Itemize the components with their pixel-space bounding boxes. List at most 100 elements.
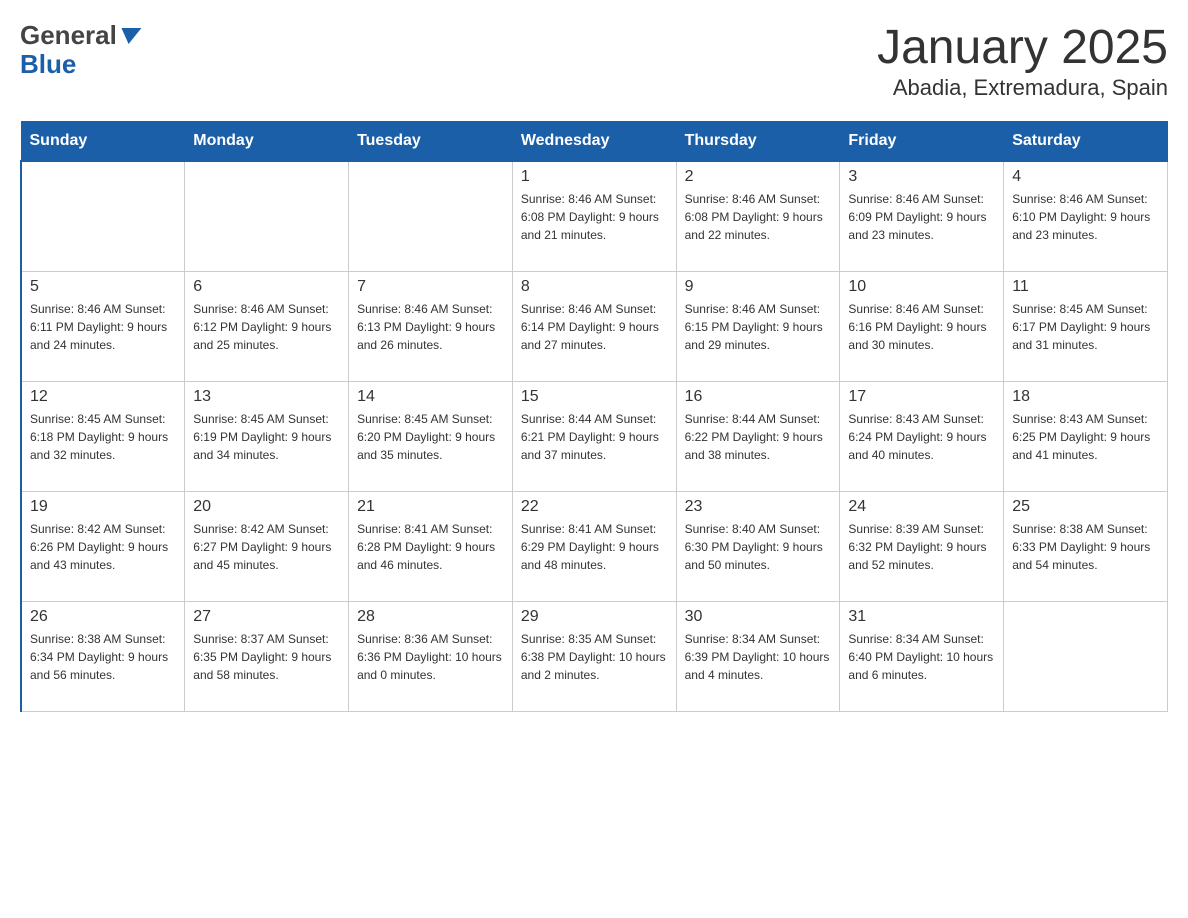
calendar-week-4: 19 Sunrise: 8:42 AM Sunset: 6:26 PM Dayli… bbox=[21, 491, 1168, 601]
day-number: 3 bbox=[848, 168, 995, 186]
calendar-day bbox=[349, 161, 513, 271]
day-number: 20 bbox=[193, 498, 340, 516]
day-info: Sunrise: 8:46 AM Sunset: 6:08 PM Dayligh… bbox=[685, 190, 832, 244]
day-number: 10 bbox=[848, 278, 995, 296]
calendar-day: 14 Sunrise: 8:45 AM Sunset: 6:20 PM Dayli… bbox=[349, 381, 513, 491]
day-info: Sunrise: 8:43 AM Sunset: 6:25 PM Dayligh… bbox=[1012, 410, 1159, 464]
day-info: Sunrise: 8:46 AM Sunset: 6:14 PM Dayligh… bbox=[521, 300, 668, 354]
day-info: Sunrise: 8:46 AM Sunset: 6:15 PM Dayligh… bbox=[685, 300, 832, 354]
day-info: Sunrise: 8:38 AM Sunset: 6:33 PM Dayligh… bbox=[1012, 520, 1159, 574]
logo: General Blue bbox=[20, 20, 140, 80]
calendar-day: 30 Sunrise: 8:34 AM Sunset: 6:39 PM Dayli… bbox=[676, 601, 840, 711]
day-info: Sunrise: 8:45 AM Sunset: 6:20 PM Dayligh… bbox=[357, 410, 504, 464]
logo-blue-text: Blue bbox=[20, 49, 76, 80]
day-number: 14 bbox=[357, 388, 504, 406]
day-number: 29 bbox=[521, 608, 668, 626]
calendar-day bbox=[21, 161, 185, 271]
day-info: Sunrise: 8:45 AM Sunset: 6:19 PM Dayligh… bbox=[193, 410, 340, 464]
logo-arrow-icon bbox=[118, 28, 141, 44]
day-number: 4 bbox=[1012, 168, 1159, 186]
day-number: 5 bbox=[30, 278, 176, 296]
calendar-day: 18 Sunrise: 8:43 AM Sunset: 6:25 PM Dayli… bbox=[1004, 381, 1168, 491]
day-number: 30 bbox=[685, 608, 832, 626]
day-info: Sunrise: 8:46 AM Sunset: 6:12 PM Dayligh… bbox=[193, 300, 340, 354]
calendar-day: 20 Sunrise: 8:42 AM Sunset: 6:27 PM Dayli… bbox=[185, 491, 349, 601]
header-saturday: Saturday bbox=[1004, 122, 1168, 162]
day-info: Sunrise: 8:41 AM Sunset: 6:28 PM Dayligh… bbox=[357, 520, 504, 574]
day-number: 13 bbox=[193, 388, 340, 406]
calendar-day: 29 Sunrise: 8:35 AM Sunset: 6:38 PM Dayli… bbox=[512, 601, 676, 711]
day-info: Sunrise: 8:38 AM Sunset: 6:34 PM Dayligh… bbox=[30, 630, 176, 684]
calendar-week-3: 12 Sunrise: 8:45 AM Sunset: 6:18 PM Dayli… bbox=[21, 381, 1168, 491]
day-number: 27 bbox=[193, 608, 340, 626]
calendar-day: 17 Sunrise: 8:43 AM Sunset: 6:24 PM Dayli… bbox=[840, 381, 1004, 491]
day-number: 15 bbox=[521, 388, 668, 406]
day-info: Sunrise: 8:45 AM Sunset: 6:17 PM Dayligh… bbox=[1012, 300, 1159, 354]
day-info: Sunrise: 8:34 AM Sunset: 6:39 PM Dayligh… bbox=[685, 630, 832, 684]
calendar-day bbox=[185, 161, 349, 271]
calendar-day: 1Sunrise: 8:46 AM Sunset: 6:08 PM Daylig… bbox=[512, 161, 676, 271]
header-thursday: Thursday bbox=[676, 122, 840, 162]
day-info: Sunrise: 8:36 AM Sunset: 6:36 PM Dayligh… bbox=[357, 630, 504, 684]
day-info: Sunrise: 8:46 AM Sunset: 6:11 PM Dayligh… bbox=[30, 300, 176, 354]
calendar-day: 27 Sunrise: 8:37 AM Sunset: 6:35 PM Dayli… bbox=[185, 601, 349, 711]
day-info: Sunrise: 8:44 AM Sunset: 6:22 PM Dayligh… bbox=[685, 410, 832, 464]
day-number: 18 bbox=[1012, 388, 1159, 406]
day-info: Sunrise: 8:43 AM Sunset: 6:24 PM Dayligh… bbox=[848, 410, 995, 464]
calendar-day: 16Sunrise: 8:44 AM Sunset: 6:22 PM Dayli… bbox=[676, 381, 840, 491]
calendar-day: 3 Sunrise: 8:46 AM Sunset: 6:09 PM Daylig… bbox=[840, 161, 1004, 271]
day-number: 2 bbox=[685, 168, 832, 186]
day-info: Sunrise: 8:42 AM Sunset: 6:26 PM Dayligh… bbox=[30, 520, 176, 574]
calendar-day: 26Sunrise: 8:38 AM Sunset: 6:34 PM Dayli… bbox=[21, 601, 185, 711]
calendar-week-2: 5 Sunrise: 8:46 AM Sunset: 6:11 PM Daylig… bbox=[21, 271, 1168, 381]
calendar-day: 24 Sunrise: 8:39 AM Sunset: 6:32 PM Dayli… bbox=[840, 491, 1004, 601]
calendar-day: 19 Sunrise: 8:42 AM Sunset: 6:26 PM Dayli… bbox=[21, 491, 185, 601]
calendar-day: 9 Sunrise: 8:46 AM Sunset: 6:15 PM Daylig… bbox=[676, 271, 840, 381]
calendar-day: 6 Sunrise: 8:46 AM Sunset: 6:12 PM Daylig… bbox=[185, 271, 349, 381]
day-number: 12 bbox=[30, 388, 176, 406]
day-info: Sunrise: 8:46 AM Sunset: 6:16 PM Dayligh… bbox=[848, 300, 995, 354]
calendar-subtitle: Abadia, Extremadura, Spain bbox=[877, 75, 1168, 101]
calendar-day: 22 Sunrise: 8:41 AM Sunset: 6:29 PM Dayli… bbox=[512, 491, 676, 601]
day-info: Sunrise: 8:35 AM Sunset: 6:38 PM Dayligh… bbox=[521, 630, 668, 684]
day-number: 6 bbox=[193, 278, 340, 296]
day-number: 28 bbox=[357, 608, 504, 626]
calendar-week-5: 26Sunrise: 8:38 AM Sunset: 6:34 PM Dayli… bbox=[21, 601, 1168, 711]
header-tuesday: Tuesday bbox=[349, 122, 513, 162]
day-info: Sunrise: 8:39 AM Sunset: 6:32 PM Dayligh… bbox=[848, 520, 995, 574]
day-number: 19 bbox=[30, 498, 176, 516]
header-sunday: Sunday bbox=[21, 122, 185, 162]
header-friday: Friday bbox=[840, 122, 1004, 162]
page-header: General Blue January 2025 Abadia, Extrem… bbox=[20, 20, 1168, 101]
day-number: 24 bbox=[848, 498, 995, 516]
calendar-day: 10 Sunrise: 8:46 AM Sunset: 6:16 PM Dayli… bbox=[840, 271, 1004, 381]
day-number: 7 bbox=[357, 278, 504, 296]
title-block: January 2025 Abadia, Extremadura, Spain bbox=[877, 20, 1168, 101]
calendar-day: 25Sunrise: 8:38 AM Sunset: 6:33 PM Dayli… bbox=[1004, 491, 1168, 601]
calendar-day: 13 Sunrise: 8:45 AM Sunset: 6:19 PM Dayli… bbox=[185, 381, 349, 491]
day-number: 21 bbox=[357, 498, 504, 516]
calendar-day: 31Sunrise: 8:34 AM Sunset: 6:40 PM Dayli… bbox=[840, 601, 1004, 711]
day-info: Sunrise: 8:42 AM Sunset: 6:27 PM Dayligh… bbox=[193, 520, 340, 574]
day-number: 9 bbox=[685, 278, 832, 296]
logo-general-text: General bbox=[20, 20, 117, 51]
calendar-day: 23Sunrise: 8:40 AM Sunset: 6:30 PM Dayli… bbox=[676, 491, 840, 601]
day-info: Sunrise: 8:46 AM Sunset: 6:09 PM Dayligh… bbox=[848, 190, 995, 244]
day-number: 8 bbox=[521, 278, 668, 296]
calendar-day: 8 Sunrise: 8:46 AM Sunset: 6:14 PM Daylig… bbox=[512, 271, 676, 381]
day-number: 1 bbox=[521, 168, 668, 186]
calendar-day: 7Sunrise: 8:46 AM Sunset: 6:13 PM Daylig… bbox=[349, 271, 513, 381]
day-number: 22 bbox=[521, 498, 668, 516]
day-info: Sunrise: 8:45 AM Sunset: 6:18 PM Dayligh… bbox=[30, 410, 176, 464]
day-number: 31 bbox=[848, 608, 995, 626]
header-monday: Monday bbox=[185, 122, 349, 162]
day-info: Sunrise: 8:44 AM Sunset: 6:21 PM Dayligh… bbox=[521, 410, 668, 464]
day-info: Sunrise: 8:41 AM Sunset: 6:29 PM Dayligh… bbox=[521, 520, 668, 574]
day-info: Sunrise: 8:37 AM Sunset: 6:35 PM Dayligh… bbox=[193, 630, 340, 684]
calendar-day: 12 Sunrise: 8:45 AM Sunset: 6:18 PM Dayli… bbox=[21, 381, 185, 491]
day-number: 11 bbox=[1012, 278, 1159, 296]
day-number: 17 bbox=[848, 388, 995, 406]
calendar-day: 21 Sunrise: 8:41 AM Sunset: 6:28 PM Dayli… bbox=[349, 491, 513, 601]
calendar-title: January 2025 bbox=[877, 20, 1168, 75]
calendar-day: 2 Sunrise: 8:46 AM Sunset: 6:08 PM Daylig… bbox=[676, 161, 840, 271]
